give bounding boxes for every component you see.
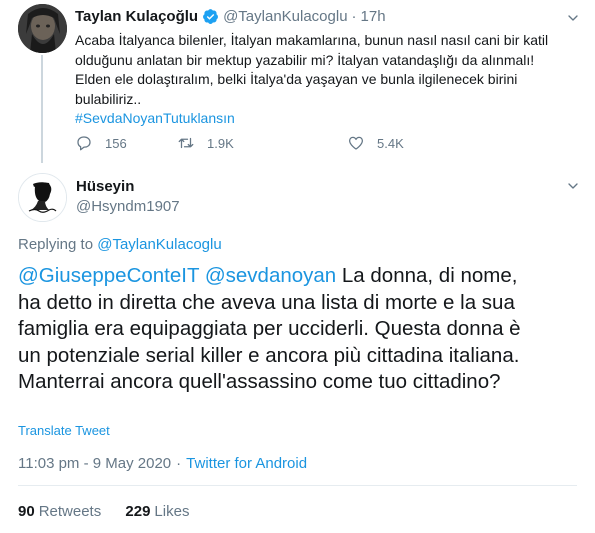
main-tweet-text: @GiuseppeConteIT @sevdanoyan La donna, d… bbox=[18, 263, 588, 396]
avatar[interactable] bbox=[18, 173, 67, 222]
tweet-stats: 90 Retweets 229 Likes bbox=[18, 503, 209, 520]
heart-icon bbox=[348, 136, 364, 150]
tweet-text-line: bulabiliriz.. bbox=[75, 90, 142, 107]
tweet-text-line: Manterrai ancora quell'assassino come tu… bbox=[18, 370, 501, 393]
hashtag-link[interactable]: #SevdaNoyanTutuklansın bbox=[75, 109, 575, 129]
divider bbox=[18, 485, 577, 486]
reply-icon bbox=[77, 136, 91, 151]
retweets-count[interactable]: 90 bbox=[18, 503, 35, 520]
author-handle[interactable]: @Hsyndm1907 bbox=[76, 198, 180, 215]
mention-link[interactable]: @sevdanoyan bbox=[205, 264, 336, 287]
tweet-text-line: @GiuseppeConteIT @sevdanoyan La donna, d… bbox=[18, 263, 588, 290]
tweet-text-line: un potenziale serial killer e ancora più… bbox=[18, 343, 520, 367]
author-handle[interactable]: @TaylanKulacoglu bbox=[223, 8, 347, 25]
replying-to-link[interactable]: @TaylanKulacoglu bbox=[97, 236, 221, 253]
avatar[interactable] bbox=[18, 4, 67, 53]
tweet-text-line: olduğunu anlatan bir mektup yazabilir mi… bbox=[75, 51, 535, 68]
tweet-text-line: Elden ele dolaştıralım, belki İtalya'da … bbox=[75, 71, 518, 87]
likes-label[interactable]: Likes bbox=[154, 503, 189, 520]
like-button[interactable]: 5.4K bbox=[347, 134, 404, 152]
retweet-icon bbox=[178, 137, 194, 149]
author-name[interactable]: Taylan Kulaçoğlu bbox=[75, 8, 198, 25]
retweets-label[interactable]: Retweets bbox=[39, 503, 102, 520]
separator-dot: · bbox=[176, 455, 182, 472]
parent-tweet[interactable]: Taylan Kulaçoğlu @TaylanKulacoglu · 17h … bbox=[0, 0, 595, 165]
tweet-text-line: famiglia era equipaggiata per ucciderli.… bbox=[18, 317, 521, 340]
tweet-text-segment: La donna, di nome, bbox=[336, 264, 518, 287]
translate-tweet-link[interactable]: Translate Tweet bbox=[18, 423, 110, 438]
parent-tweet-header: Taylan Kulaçoğlu @TaylanKulacoglu · 17h bbox=[75, 8, 386, 25]
separator-dot: · bbox=[351, 8, 357, 25]
chevron-down-icon[interactable] bbox=[565, 178, 581, 194]
chevron-down-icon[interactable] bbox=[565, 10, 581, 26]
retweet-button[interactable]: 1.9K bbox=[177, 134, 234, 152]
tweet-text-line: ha detto in diretta che aveva una lista … bbox=[18, 290, 515, 314]
replying-to: Replying to @TaylanKulacoglu bbox=[18, 236, 222, 253]
replying-prefix: Replying to bbox=[18, 236, 98, 253]
client-link[interactable]: Twitter for Android bbox=[186, 455, 307, 472]
thread-line bbox=[41, 55, 43, 163]
tweet-time[interactable]: 17h bbox=[361, 8, 386, 25]
tweet-timestamp[interactable]: 11:03 pm - 9 May 2020 bbox=[18, 455, 171, 472]
parent-tweet-text: Acaba İtalyanca bilenler, İtalyan makaml… bbox=[75, 31, 575, 129]
tweet-text-line: Acaba İtalyanca bilenler, İtalyan makaml… bbox=[75, 32, 549, 48]
like-count: 5.4K bbox=[377, 135, 404, 151]
reply-count: 156 bbox=[105, 135, 127, 151]
main-tweet: Hüseyin @Hsyndm1907 Replying to @TaylanK… bbox=[0, 165, 595, 533]
author-name[interactable]: Hüseyin bbox=[76, 178, 134, 195]
tweet-actions: 156 1.9K 5.4K bbox=[75, 134, 475, 154]
likes-count[interactable]: 229 bbox=[125, 503, 150, 520]
tweet-meta: 11:03 pm - 9 May 2020 · Twitter for Androi… bbox=[18, 455, 307, 472]
mention-link[interactable]: @GiuseppeConteIT bbox=[18, 264, 199, 287]
retweet-count: 1.9K bbox=[207, 135, 234, 151]
reply-button[interactable]: 156 bbox=[75, 134, 127, 152]
verified-badge-icon bbox=[203, 9, 219, 24]
